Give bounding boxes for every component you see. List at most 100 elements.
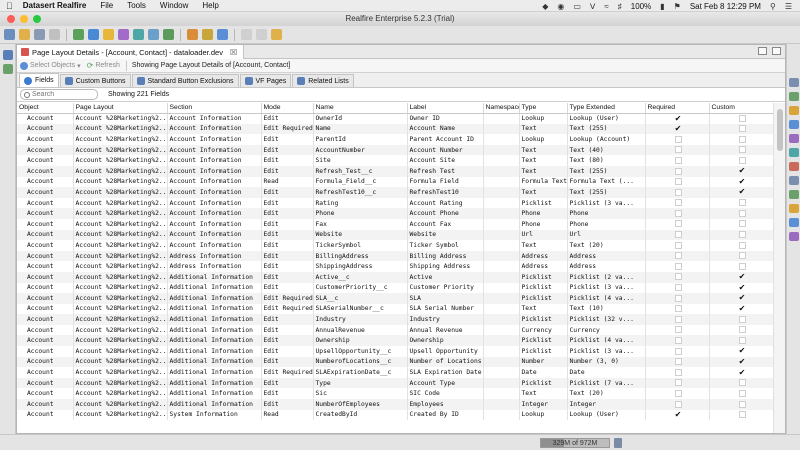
cell-namespace[interactable] (483, 123, 520, 135)
cell-name[interactable]: TickerSymbol (313, 240, 408, 251)
cell-page-layout[interactable]: Account %28Marketing%2... (73, 218, 168, 230)
cell-label[interactable]: Account Rating (407, 197, 484, 209)
cell-namespace[interactable] (483, 303, 520, 315)
cell-type-extended[interactable]: Address (567, 261, 646, 272)
cell-name[interactable]: Active__c (313, 271, 408, 283)
cell-namespace[interactable] (483, 240, 520, 251)
empty-checkbox-icon[interactable] (674, 400, 682, 408)
cell-object[interactable]: Account (17, 324, 74, 336)
cell-namespace[interactable] (483, 176, 520, 188)
cell-required[interactable] (645, 303, 710, 315)
cell-page-layout[interactable]: Account %28Marketing%2... (73, 261, 168, 272)
cell-required[interactable] (645, 165, 710, 177)
cell-page-layout[interactable]: Account %28Marketing%2... (73, 134, 168, 145)
empty-checkbox-icon[interactable] (674, 241, 682, 249)
cell-object[interactable]: Account (17, 176, 74, 188)
cell-name[interactable]: Phone (313, 208, 408, 219)
empty-checkbox-icon[interactable] (674, 358, 682, 366)
connections-view-icon[interactable] (3, 50, 13, 60)
cell-custom[interactable] (709, 208, 773, 219)
wifi-icon[interactable]: ≈ (604, 2, 608, 11)
table-row[interactable]: Account Account %28Marketing%2... Account … (17, 197, 773, 209)
cell-required[interactable] (645, 176, 710, 188)
cell-section[interactable]: Account Information (167, 113, 262, 124)
cell-custom[interactable] (709, 250, 773, 262)
empty-checkbox-icon[interactable] (674, 315, 682, 323)
cell-mode[interactable]: Edit Required (261, 123, 314, 135)
airplay-icon[interactable]: ▭ (573, 2, 581, 11)
cell-namespace[interactable] (483, 113, 520, 124)
close-tab-icon[interactable]: ☒ (230, 48, 237, 57)
cell-type-extended[interactable]: Text (255) (567, 165, 646, 177)
outline-view-icon[interactable] (3, 64, 13, 74)
cell-section[interactable]: Additional Information (167, 335, 262, 347)
empty-checkbox-icon[interactable] (674, 188, 682, 196)
notification-center-icon[interactable]: ☰ (785, 2, 792, 11)
cell-name[interactable]: Sic (313, 388, 408, 400)
cell-custom[interactable] (709, 335, 773, 347)
column-header-name[interactable]: Name (313, 103, 408, 114)
cell-required[interactable] (645, 356, 710, 368)
cell-custom[interactable] (709, 324, 773, 336)
empty-checkbox-icon[interactable] (738, 209, 746, 217)
help-icon[interactable] (217, 29, 228, 40)
table-row[interactable]: Account Account %28Marketing%2... Addition… (17, 346, 773, 357)
column-header-section[interactable]: Section (167, 103, 262, 114)
cell-object[interactable]: Account (17, 314, 74, 325)
empty-checkbox-icon[interactable] (738, 379, 746, 387)
cell-object[interactable]: Account (17, 187, 74, 198)
table-row[interactable]: Account Account %28Marketing%2... Account … (17, 218, 773, 230)
cell-namespace[interactable] (483, 293, 520, 304)
cell-page-layout[interactable]: Account %28Marketing%2... (73, 155, 168, 166)
cell-custom[interactable]: ✔ (709, 282, 773, 294)
cell-name[interactable]: Formula_Field__c (313, 176, 408, 188)
cell-custom[interactable] (709, 409, 773, 421)
menu-window[interactable]: Window (160, 1, 188, 10)
checkmark-icon[interactable]: ✔ (739, 167, 746, 175)
cell-type-extended[interactable]: Picklist (3 va... (567, 346, 646, 357)
empty-checkbox-icon[interactable] (674, 294, 682, 302)
cell-name[interactable]: SLASerialNumber__c (313, 303, 408, 315)
cell-mode[interactable]: Edit (261, 271, 314, 283)
cell-name[interactable]: NumberOfEmployees (313, 399, 408, 410)
data-loader-icon[interactable] (148, 29, 159, 40)
cell-label[interactable]: Account Fax (407, 218, 484, 230)
cell-section[interactable]: Additional Information (167, 282, 262, 294)
cell-name[interactable]: CreatedById (313, 409, 408, 421)
cell-custom[interactable] (709, 134, 773, 145)
cell-type[interactable]: Picklist (519, 271, 568, 283)
cell-page-layout[interactable]: Account %28Marketing%2... (73, 314, 168, 325)
cell-section[interactable]: Account Information (167, 240, 262, 251)
cell-type-extended[interactable]: Picklist (4 va... (567, 335, 646, 347)
cell-label[interactable]: Ownership (407, 335, 484, 347)
cell-page-layout[interactable]: Account %28Marketing%2... (73, 229, 168, 241)
cell-namespace[interactable] (483, 356, 520, 368)
editor-tab-page-layout[interactable]: Page Layout Details - [Account, Contact]… (17, 45, 245, 59)
table-row[interactable]: Account Account %28Marketing%2... Address … (17, 250, 773, 262)
table-row[interactable]: Account Account %28Marketing%2... Addition… (17, 314, 773, 325)
cell-label[interactable]: SIC Code (407, 388, 484, 400)
table-row[interactable]: Account Account %28Marketing%2... Account … (17, 113, 773, 124)
column-header-type-extended[interactable]: Type Extended (567, 103, 646, 114)
cell-custom[interactable]: ✔ (709, 367, 773, 378)
cell-name[interactable]: SLAExpirationDate__c (313, 367, 408, 378)
cell-mode[interactable]: Edit (261, 346, 314, 357)
maximize-editor-button[interactable] (772, 47, 781, 55)
cell-section[interactable]: Additional Information (167, 388, 262, 400)
cell-type-extended[interactable]: Text (255) (567, 123, 646, 135)
cell-mode[interactable]: Edit (261, 282, 314, 294)
side-view-icon-4[interactable] (789, 120, 799, 129)
tab-fields[interactable]: Fields (19, 73, 59, 87)
cell-type[interactable]: Text (519, 303, 568, 315)
forward-icon[interactable] (256, 29, 267, 40)
checkmark-icon[interactable]: ✔ (739, 357, 746, 366)
cell-namespace[interactable] (483, 197, 520, 209)
cell-required[interactable] (645, 261, 710, 272)
cell-section[interactable]: Account Information (167, 176, 262, 188)
cell-section[interactable]: Account Information (167, 144, 262, 156)
cell-page-layout[interactable]: Account %28Marketing%2... (73, 356, 168, 368)
cell-section[interactable]: Additional Information (167, 356, 262, 368)
cell-name[interactable]: AnnualRevenue (313, 324, 408, 336)
cell-namespace[interactable] (483, 250, 520, 262)
key-icon[interactable] (202, 29, 213, 40)
